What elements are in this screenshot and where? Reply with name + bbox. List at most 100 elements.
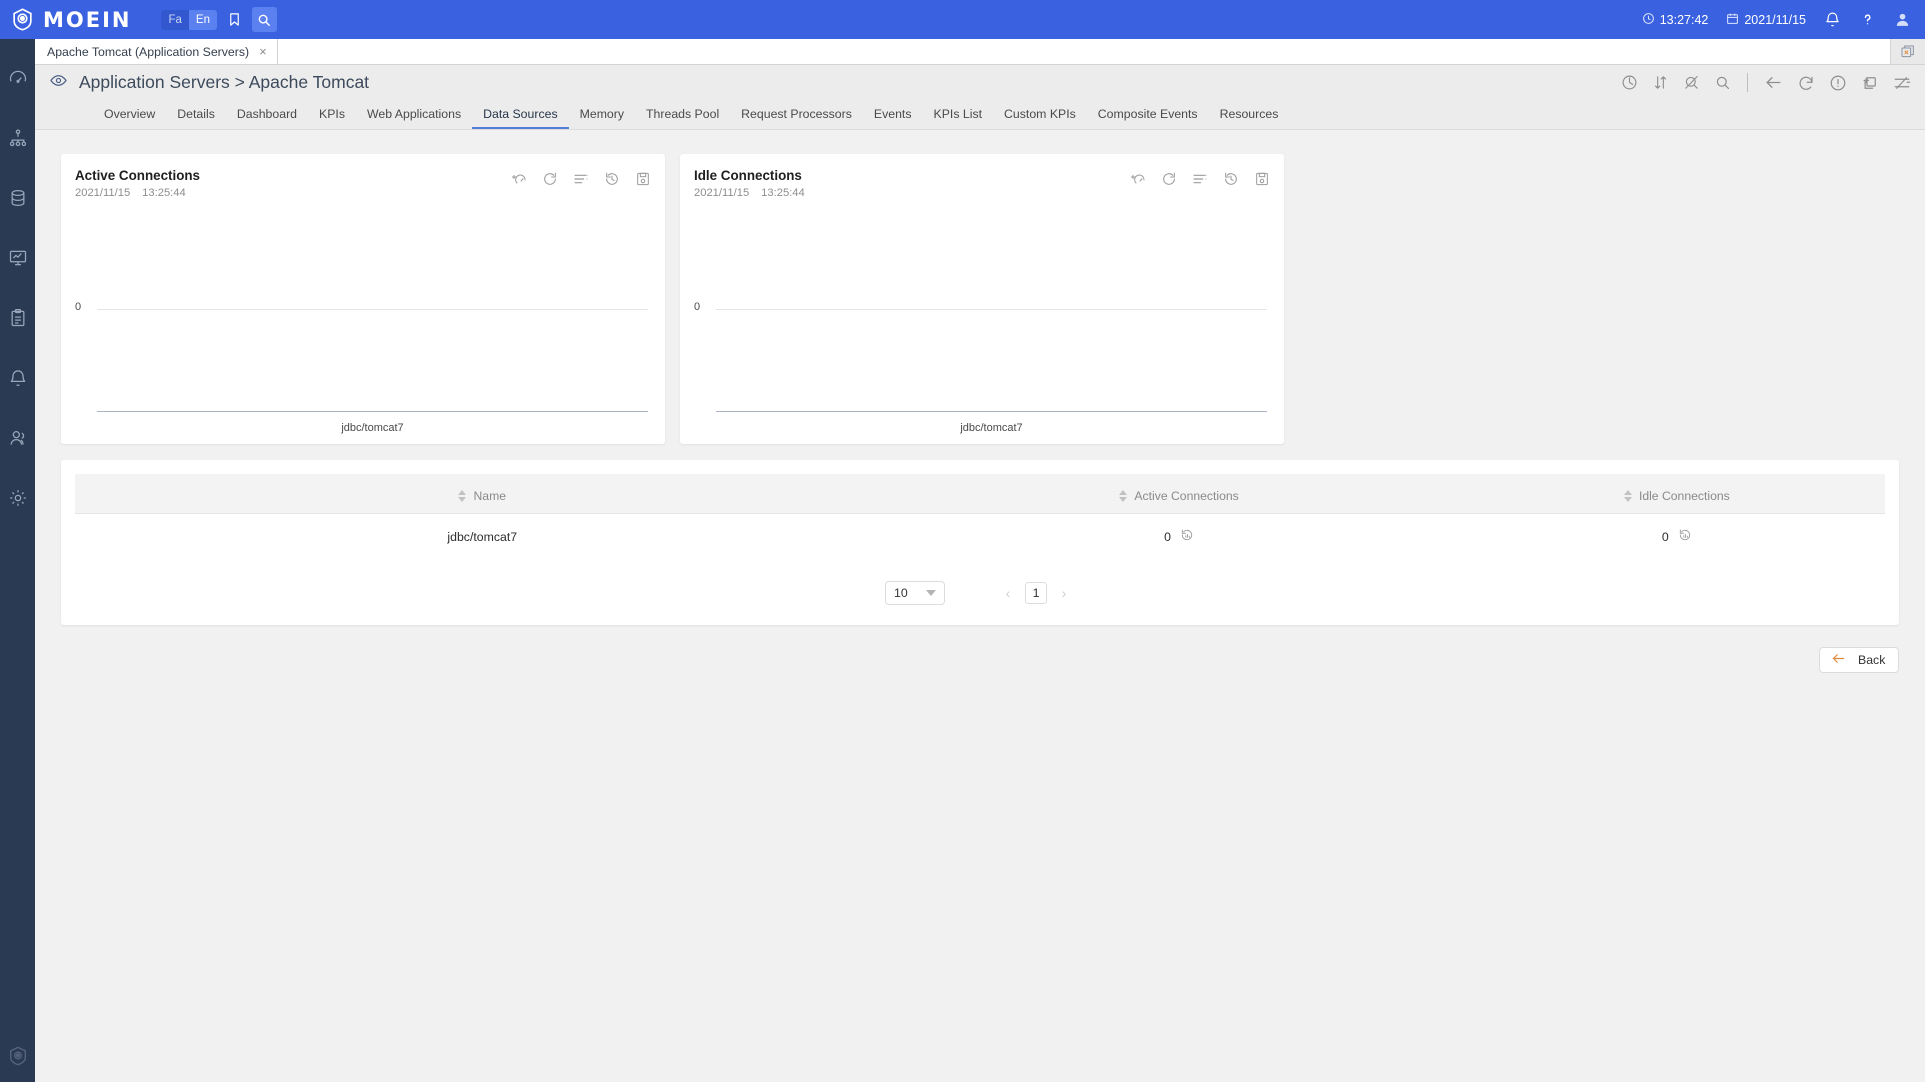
sidebar-item-reports[interactable] <box>0 305 35 335</box>
legend-list-icon[interactable] <box>573 171 589 187</box>
prev-page-button[interactable]: ‹ <box>997 582 1019 604</box>
info-icon[interactable] <box>1829 74 1847 92</box>
moein-logo-icon <box>10 7 35 32</box>
save-icon[interactable] <box>635 171 651 187</box>
card-actions <box>511 168 651 187</box>
help-icon[interactable] <box>1859 11 1876 28</box>
lang-fa-button[interactable]: Fa <box>161 9 189 30</box>
tab-data-sources[interactable]: Data Sources <box>472 100 569 129</box>
bookmark-button[interactable] <box>222 7 247 32</box>
sort-toggle-icon[interactable] <box>1623 490 1632 502</box>
clock-display: 13:27:42 <box>1642 12 1709 28</box>
column-label: Name <box>473 489 506 503</box>
x-axis-category-label: jdbc/tomcat7 <box>341 422 404 434</box>
add-panel-icon[interactable] <box>1861 74 1879 92</box>
history-icon[interactable] <box>1223 171 1239 187</box>
tab-memory[interactable]: Memory <box>569 100 635 129</box>
x-axis-category-label: jdbc/tomcat7 <box>960 422 1023 434</box>
tab-custom-kpis[interactable]: Custom KPIs <box>993 100 1087 129</box>
chart-card-idle-connections: Idle Connections 2021/11/15 13:25:44 0 j… <box>680 154 1284 444</box>
arrow-left-icon <box>1831 651 1846 669</box>
brand: MOEIN <box>10 7 131 32</box>
save-icon[interactable] <box>1254 171 1270 187</box>
card-date: 2021/11/15 <box>75 187 131 199</box>
database-icon <box>8 188 28 213</box>
refresh-icon[interactable] <box>1161 171 1177 187</box>
clear-filter-icon[interactable] <box>1683 74 1700 91</box>
history-icon[interactable] <box>604 171 620 187</box>
page-size-select[interactable]: 10 <box>885 581 945 605</box>
column-header-name[interactable]: Name <box>75 474 890 514</box>
sidebar-item-monitoring[interactable] <box>0 245 35 275</box>
main-column: Apache Tomcat (Application Servers) × Ap… <box>35 39 1925 1082</box>
metric-history-icon[interactable] <box>1180 528 1194 545</box>
tab-kpis[interactable]: KPIs <box>308 100 356 129</box>
calendar-icon <box>1726 12 1739 28</box>
search-button[interactable] <box>251 7 277 32</box>
open-tab-apache-tomcat[interactable]: Apache Tomcat (Application Servers) × <box>35 39 278 64</box>
refresh-icon[interactable] <box>1797 74 1815 92</box>
card-title: Idle Connections <box>694 168 802 183</box>
refresh-icon[interactable] <box>542 171 558 187</box>
close-all-tabs-button[interactable] <box>1891 39 1925 64</box>
lang-en-button[interactable]: En <box>188 9 217 30</box>
gear-icon <box>8 488 28 513</box>
table-row[interactable]: jdbc/tomcat7 0 0 <box>75 514 1885 560</box>
sort-icon[interactable] <box>1652 74 1669 91</box>
cell-active-connections: 0 <box>890 514 1469 560</box>
tab-composite-events[interactable]: Composite Events <box>1087 100 1209 129</box>
tab-details[interactable]: Details <box>166 100 226 129</box>
back-button[interactable]: Back <box>1819 647 1899 673</box>
sidebar-item-topology[interactable] <box>0 125 35 155</box>
table-body: jdbc/tomcat7 0 0 <box>75 514 1885 560</box>
tab-dashboard[interactable]: Dashboard <box>226 100 308 129</box>
page-header-actions <box>1621 73 1911 92</box>
sort-toggle-icon[interactable] <box>1119 490 1128 502</box>
sort-toggle-icon[interactable] <box>458 490 467 502</box>
sidebar-item-gauge[interactable] <box>0 65 35 95</box>
add-gauge-icon[interactable] <box>511 171 527 187</box>
shield-eye-icon <box>7 1045 29 1072</box>
sidebar-item-settings[interactable] <box>0 485 35 515</box>
tab-threads-pool[interactable]: Threads Pool <box>635 100 730 129</box>
next-page-button[interactable]: › <box>1053 582 1075 604</box>
language-switcher[interactable]: Fa En <box>161 9 217 30</box>
chart-settings-icon[interactable] <box>1893 74 1911 92</box>
time-range-icon[interactable] <box>1621 74 1638 91</box>
column-header-active-connections[interactable]: Active Connections <box>889 474 1469 514</box>
user-avatar-icon[interactable] <box>1894 11 1911 28</box>
bell-icon <box>8 368 28 393</box>
search-icon[interactable] <box>1714 74 1731 91</box>
tab-request-processors[interactable]: Request Processors <box>730 100 863 129</box>
users-icon <box>8 428 28 453</box>
sidebar-logo-badge[interactable] <box>0 1045 35 1072</box>
metric-history-icon[interactable] <box>1678 528 1692 545</box>
tab-label: Apache Tomcat (Application Servers) <box>47 44 250 59</box>
sidebar-item-alerts[interactable] <box>0 365 35 395</box>
tab-resources[interactable]: Resources <box>1209 100 1290 129</box>
legend-list-icon[interactable] <box>1192 171 1208 187</box>
tab-overview[interactable]: Overview <box>93 100 166 129</box>
sidebar-item-users[interactable] <box>0 425 35 455</box>
tab-events[interactable]: Events <box>863 100 923 129</box>
current-time: 13:27:42 <box>1659 12 1709 27</box>
page-number-1[interactable]: 1 <box>1025 582 1047 604</box>
chart-plot-area: 0 jdbc/tomcat7 <box>75 205 651 436</box>
card-time: 13:25:44 <box>761 187 805 199</box>
tab-web-applications[interactable]: Web Applications <box>356 100 472 129</box>
data-sources-table: Name Active Connections Idle Connections… <box>75 474 1885 559</box>
y-axis-tick-label: 0 <box>75 301 82 313</box>
back-arrow-icon[interactable] <box>1764 73 1783 92</box>
tab-close-icon[interactable]: × <box>259 45 267 58</box>
notifications-bell-icon[interactable] <box>1824 11 1841 28</box>
cell-value: 0 <box>1164 529 1172 544</box>
browser-tab-strip: Apache Tomcat (Application Servers) × <box>35 39 1925 65</box>
table-pagination: 10 ‹ 1 › <box>75 581 1885 605</box>
page-content: Active Connections 2021/11/15 13:25:44 0… <box>35 130 1925 1082</box>
tab-kpis-list[interactable]: KPIs List <box>923 100 994 129</box>
sidebar-item-database[interactable] <box>0 185 35 215</box>
add-gauge-icon[interactable] <box>1130 171 1146 187</box>
column-header-idle-connections[interactable]: Idle Connections <box>1468 474 1885 514</box>
table-header-row: Name Active Connections Idle Connections <box>75 474 1885 514</box>
cell-idle-connections: 0 <box>1469 514 1885 560</box>
